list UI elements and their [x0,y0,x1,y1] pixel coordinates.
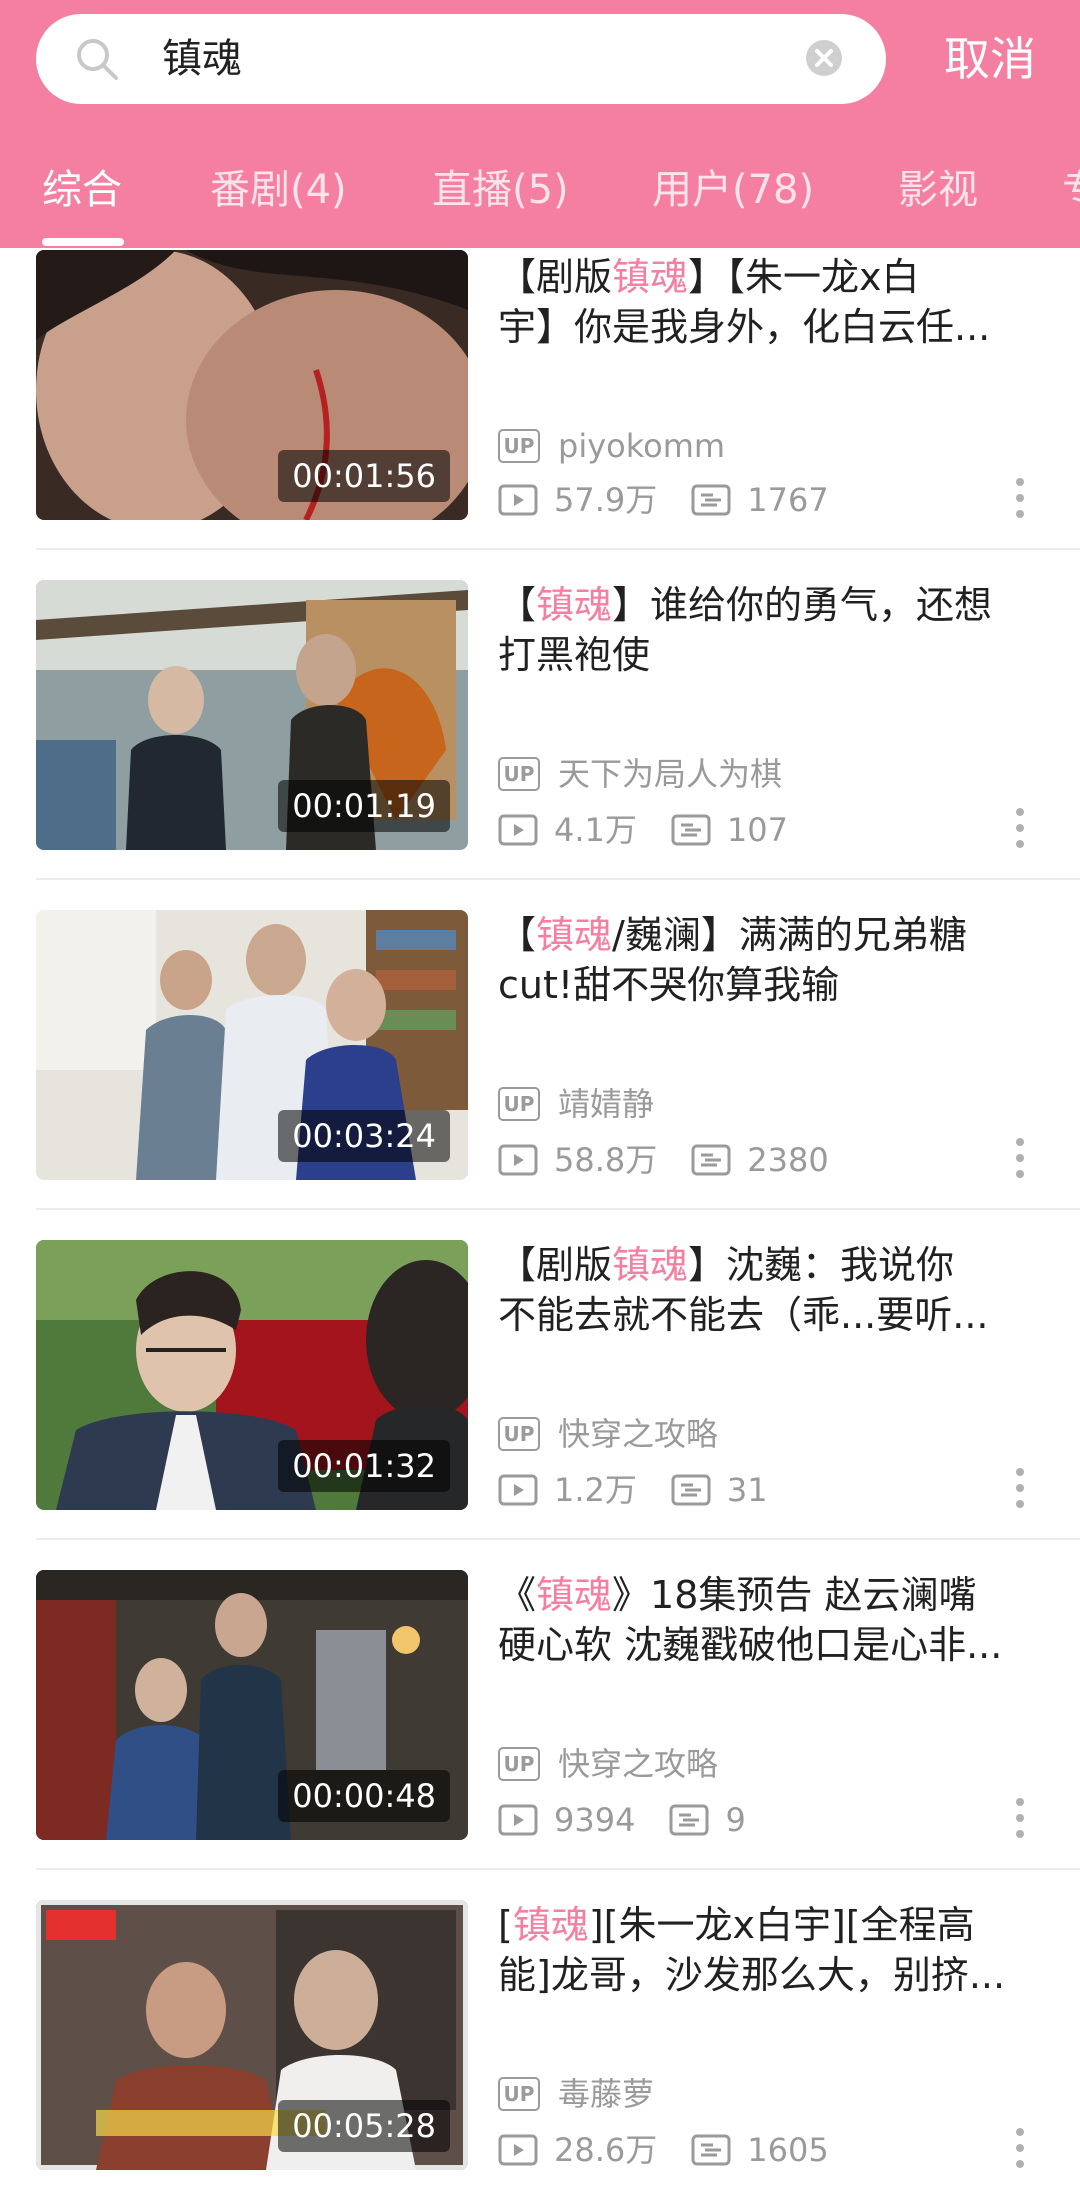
danmaku-count: 9 [725,1801,746,1839]
video-thumbnail[interactable]: 00:01:32 [36,1240,468,1510]
video-title[interactable]: 【剧版镇魂】【朱一龙x白 宇】你是我身外，化白云任... [498,252,1050,352]
uploader-name[interactable]: 天下为局人为棋 [558,752,782,796]
search-query-text[interactable]: 镇魂 [162,14,242,104]
video-result-item[interactable]: 00:03:24 【镇魂/巍澜】满满的兄弟糖 cut!甜不哭你算我输 UP 靖婧静… [0,880,1080,1210]
danmaku-icon [671,814,711,846]
video-duration: 00:01:56 [278,450,450,502]
video-title[interactable]: 【镇魂】谁给你的勇气，还想 打黑袍使 [498,580,1050,680]
up-badge-icon: UP [498,1417,540,1451]
play-icon [498,1474,538,1506]
play-icon [498,484,538,516]
uploader-row[interactable]: UP 快穿之攻略 [498,1410,718,1454]
uploader-row[interactable]: UP 天下为局人为棋 [498,750,782,794]
more-vertical-icon[interactable] [1014,476,1026,520]
play-count: 28.6万 [554,2131,658,2169]
uploader-row[interactable]: UP 毒藤萝 [498,2070,654,2114]
play-icon [498,1804,538,1836]
video-thumbnail[interactable]: 00:00:48 [36,1570,468,1840]
video-stats: 57.9万 1767 [498,476,829,520]
video-result-item[interactable]: 00:00:48 《镇魂》18集预告 赵云澜嘴 硬心软 沈巍戳破他口是心非...… [0,1540,1080,1870]
clear-icon[interactable] [804,38,844,78]
more-vertical-icon[interactable] [1014,1466,1026,1510]
search-tabs: 综合 番剧(4) 直播(5) 用户(78) 影视 专 [0,146,1080,246]
video-thumbnail[interactable]: 00:05:28 [36,1900,468,2170]
play-count: 4.1万 [554,811,637,849]
uploader-name[interactable]: piyokomm [558,424,725,468]
video-thumbnail[interactable]: 00:03:24 [36,910,468,1180]
play-icon [498,1144,538,1176]
uploader-name[interactable]: 快穿之攻略 [558,1742,718,1786]
video-duration: 00:01:32 [278,1440,450,1492]
tab-movies[interactable]: 影视 [898,146,978,246]
danmaku-icon [669,1804,709,1836]
tab-special[interactable]: 专 [1062,146,1080,246]
uploader-name[interactable]: 快穿之攻略 [558,1412,718,1456]
up-badge-icon: UP [498,1087,540,1121]
play-count: 1.2万 [554,1471,637,1509]
search-icon [77,39,118,80]
uploader-row[interactable]: UP 快穿之攻略 [498,1740,718,1784]
video-result-item[interactable]: 00:05:28 [镇魂][朱一龙x白宇][全程高 能]龙哥，沙发那么大，别挤.… [0,1870,1080,2200]
play-icon [498,2134,538,2166]
video-stats: 4.1万 107 [498,806,788,850]
danmaku-count: 107 [726,811,788,849]
video-title[interactable]: 【镇魂/巍澜】满满的兄弟糖 cut!甜不哭你算我输 [498,910,1050,1010]
uploader-row[interactable]: UP 靖婧静 [498,1080,654,1124]
video-stats: 9394 9 [498,1796,746,1840]
danmaku-count: 2380 [747,1141,829,1179]
tab-all[interactable]: 综合 [42,146,122,246]
more-vertical-icon[interactable] [1014,1796,1026,1840]
video-results-list[interactable]: 00:01:56 【剧版镇魂】【朱一龙x白 宇】你是我身外，化白云任... UP… [0,248,1080,2200]
tab-users[interactable]: 用户(78) [652,146,814,246]
video-stats: 28.6万 1605 [498,2126,829,2170]
play-icon [498,814,538,846]
search-header: 镇魂 取消 综合 番剧(4) 直播(5) 用户(78) 影视 专 [0,0,1080,248]
video-thumbnail[interactable]: 00:01:19 [36,580,468,850]
video-duration: 00:05:28 [278,2100,450,2152]
uploader-name[interactable]: 毒藤萝 [558,2072,654,2116]
tab-live[interactable]: 直播(5) [432,146,569,246]
uploader-row[interactable]: UP piyokomm [498,422,725,466]
up-badge-icon: UP [498,757,540,791]
danmaku-count: 1767 [747,481,829,519]
video-title[interactable]: [镇魂][朱一龙x白宇][全程高 能]龙哥，沙发那么大，别挤... [498,1900,1050,2000]
video-thumbnail[interactable]: 00:01:56 [36,250,468,520]
danmaku-count: 1605 [747,2131,829,2169]
more-vertical-icon[interactable] [1014,2126,1026,2170]
danmaku-count: 31 [726,1471,768,1509]
video-title[interactable]: 《镇魂》18集预告 赵云澜嘴 硬心软 沈巍戳破他口是心非... [498,1570,1050,1670]
danmaku-icon [691,1144,731,1176]
cancel-button[interactable]: 取消 [900,14,1080,104]
play-count: 9394 [554,1801,636,1839]
danmaku-icon [691,2134,731,2166]
danmaku-icon [671,1474,711,1506]
video-duration: 00:03:24 [278,1110,450,1162]
more-vertical-icon[interactable] [1014,1136,1026,1180]
video-duration: 00:00:48 [278,1770,450,1822]
tab-bangumi[interactable]: 番剧(4) [210,146,347,246]
video-result-item[interactable]: 00:01:32 【剧版镇魂】沈巍：我说你 不能去就不能去（乖...要听... … [0,1210,1080,1540]
uploader-name[interactable]: 靖婧静 [558,1082,654,1126]
video-stats: 1.2万 31 [498,1466,768,1510]
active-tab-indicator [42,238,124,246]
play-count: 58.8万 [554,1141,658,1179]
more-vertical-icon[interactable] [1014,806,1026,850]
up-badge-icon: UP [498,2077,540,2111]
video-title[interactable]: 【剧版镇魂】沈巍：我说你 不能去就不能去（乖...要听... [498,1240,1050,1340]
video-stats: 58.8万 2380 [498,1136,829,1180]
video-duration: 00:01:19 [278,780,450,832]
play-count: 57.9万 [554,481,658,519]
up-badge-icon: UP [498,1747,540,1781]
up-badge-icon: UP [498,429,540,463]
video-result-item[interactable]: 00:01:56 【剧版镇魂】【朱一龙x白 宇】你是我身外，化白云任... UP… [0,248,1080,550]
video-result-item[interactable]: 00:01:19 【镇魂】谁给你的勇气，还想 打黑袍使 UP 天下为局人为棋 4.… [0,550,1080,880]
search-input[interactable]: 镇魂 [36,14,886,104]
danmaku-icon [691,484,731,516]
